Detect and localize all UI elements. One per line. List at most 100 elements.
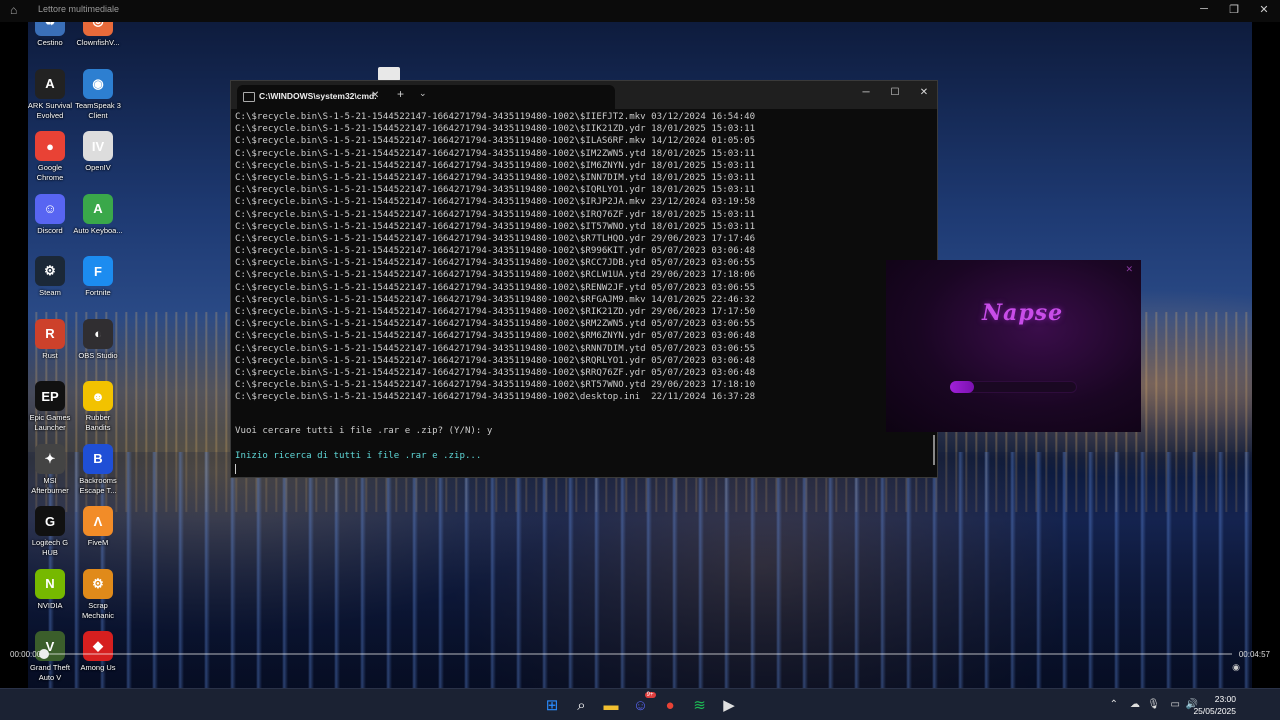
steam-icon: ⚙ (35, 256, 65, 286)
terminal-maximize-icon[interactable]: ☐ (888, 87, 902, 101)
rust-icon: R (35, 318, 65, 349)
terminal-line: C:\$recycle.bin\S-1-5-21-1544522147-1664… (235, 172, 756, 183)
seek-track[interactable] (44, 653, 1232, 655)
logitech-ghub-icon: G (35, 506, 65, 536)
new-tab-button[interactable]: + (397, 87, 404, 101)
desktop-icon-label: Backrooms Escape T... (79, 475, 117, 495)
napse-popup: ✕ Napse (886, 260, 1141, 432)
taskbar-media-player-icon[interactable]: ▶ (719, 695, 739, 715)
desktop-icon-fivem[interactable]: Λ FiveM (73, 506, 123, 548)
time-total: 00:04:57 (1238, 650, 1270, 659)
desktop-icon-obs[interactable]: ◐ OBS Studio (73, 318, 123, 361)
tab-dropdown-icon[interactable]: ⌄ (419, 88, 427, 99)
terminal-titlebar[interactable]: C:\WINDOWS\system32\cmd. ✕ + ⌄ ─ ☐ ✕ (231, 81, 937, 109)
player-side-left (0, 0, 28, 720)
terminal-line: C:\$recycle.bin\S-1-5-21-1544522147-1664… (235, 209, 756, 220)
terminal-output[interactable]: C:\$recycle.bin\S-1-5-21-1544522147-1664… (235, 111, 935, 473)
close-icon[interactable]: ✕ (1256, 3, 1272, 17)
desktop-icon-label: Cestino (37, 38, 63, 47)
desktop-icon-label: ARK Survival Evolved (27, 100, 73, 120)
desktop-icon-scrap-mechanic[interactable]: ⚙ Scrap Mechanic (73, 568, 123, 621)
cmd-window[interactable]: C:\WINDOWS\system32\cmd. ✕ + ⌄ ─ ☐ ✕ C:\… (230, 80, 938, 478)
media-scrubber[interactable]: 00:00:00 00:04:57 ◉ (0, 644, 1280, 672)
desktop-icon-discord[interactable]: ☺ Discord (25, 193, 75, 236)
napse-close-icon[interactable]: ✕ (1125, 264, 1133, 275)
onedrive-icon[interactable]: ☁ (1130, 699, 1140, 710)
desktop-icon-label: ClownfishV... (76, 38, 120, 47)
desktop-icon-backrooms[interactable]: B Backrooms Escape T... (73, 443, 123, 496)
terminal-line: C:\$recycle.bin\S-1-5-21-1544522147-1664… (235, 136, 756, 147)
msi-afterburner-icon: ✦ (35, 443, 65, 474)
terminal-close-icon[interactable]: ✕ (917, 87, 931, 101)
desktop-icon-teamspeak[interactable]: ◉ TeamSpeak 3 Client (73, 68, 123, 121)
desktop-icon-label: FiveM (87, 538, 109, 547)
terminal-line: C:\$recycle.bin\S-1-5-21-1544522147-1664… (235, 185, 756, 196)
desktop-icon-rubber-bandits[interactable]: ☻ Rubber Bandits (73, 381, 123, 433)
desktop-icon-label: OpenIV (85, 163, 111, 172)
desktop-icon-openiv[interactable]: IV OpenIV (73, 131, 123, 173)
microphone-icon[interactable]: 🎙 (1147, 699, 1160, 710)
desktop-icon-label: OBS Studio (78, 350, 118, 360)
desktop-icon-ark[interactable]: A ARK Survival Evolved (25, 68, 75, 121)
terminal-line: C:\$recycle.bin\S-1-5-21-1544522147-1664… (235, 294, 756, 305)
fortnite-icon: F (83, 256, 113, 286)
desktop-icon-fortnite[interactable]: F Fortnite (73, 256, 123, 298)
desktop-icon-label: Epic Games Launcher (29, 413, 71, 432)
network-icon[interactable]: ▭ (1171, 699, 1180, 710)
desktop-icon-label: Fortnite (85, 288, 111, 297)
blank-file-icon[interactable] (378, 67, 400, 81)
home-icon[interactable]: ⌂ (10, 3, 24, 17)
desktop-icon-label: Rubber Bandits (85, 413, 111, 432)
desktop-icon-label: TeamSpeak 3 Client (75, 100, 121, 120)
ark-icon: A (35, 68, 65, 99)
desktop-icon-chrome[interactable]: ● Google Chrome (25, 131, 75, 183)
seek-knob[interactable] (39, 649, 49, 659)
terminal-line: C:\$recycle.bin\S-1-5-21-1544522147-1664… (235, 124, 756, 135)
terminal-line: C:\$recycle.bin\S-1-5-21-1544522147-1664… (235, 380, 756, 391)
tab-close-icon[interactable]: ✕ (371, 90, 379, 101)
minimize-icon[interactable]: ─ (1196, 3, 1212, 17)
desktop-icon-rust[interactable]: R Rust (25, 318, 75, 361)
chevron-up-icon[interactable]: ⌃ (1110, 699, 1118, 710)
napse-logo: Napse (982, 300, 1064, 326)
desktop-icon-msi-afterburner[interactable]: ✦ MSI Afterburner (25, 443, 75, 496)
clock-date[interactable]: 25/05/2025 (1193, 706, 1236, 716)
terminal-line: C:\$recycle.bin\S-1-5-21-1544522147-1664… (235, 343, 756, 354)
taskbar-search-icon[interactable]: ⌕ (572, 695, 592, 715)
player-title-bar: ⌂ Lettore multimediale ─ ❐ ✕ (0, 0, 1280, 22)
volume-icon[interactable]: ◉ (1232, 662, 1240, 673)
desktop-icon-label: NVIDIA (37, 600, 63, 610)
taskbar-windows-start-icon[interactable]: ⊞ (542, 695, 562, 715)
terminal-line: C:\$recycle.bin\S-1-5-21-1544522147-1664… (235, 197, 756, 208)
terminal-line: C:\$recycle.bin\S-1-5-21-1544522147-1664… (235, 307, 756, 317)
terminal-line: C:\$recycle.bin\S-1-5-21-1544522147-1664… (235, 233, 756, 244)
terminal-line: C:\$recycle.bin\S-1-5-21-1544522147-1664… (235, 258, 756, 269)
desktop-icon-nvidia[interactable]: N NVIDIA (25, 568, 75, 611)
auto-keyboard-icon: A (83, 193, 113, 224)
nvidia-icon: N (35, 568, 65, 599)
desktop-icon-epic-games[interactable]: EP Epic Games Launcher (25, 381, 75, 433)
player-title: Lettore multimediale (38, 4, 120, 14)
scrap-mechanic-icon: ⚙ (83, 568, 113, 599)
terminal-minimize-icon[interactable]: ─ (859, 87, 873, 101)
terminal-line: C:\$recycle.bin\S-1-5-21-1544522147-1664… (235, 112, 756, 122)
desktop-icon-logitech-ghub[interactable]: G Logitech G HUB (25, 506, 75, 558)
napse-progress-bar (950, 381, 975, 393)
desktop-icon-label: Rust (42, 350, 58, 360)
desktop-icon-label: Logitech G HUB (31, 538, 69, 557)
taskbar-spotify-icon[interactable]: ≋ (690, 695, 710, 715)
taskbar-file-explorer-icon[interactable]: ▬ (601, 695, 621, 715)
taskbar-discord-icon[interactable]: ☺ 9+ (631, 692, 656, 715)
terminal-scrollbar[interactable] (933, 435, 935, 465)
epic-games-icon: EP (35, 381, 65, 411)
chrome-icon: ● (35, 131, 65, 161)
maximize-icon[interactable]: ❐ (1226, 3, 1242, 17)
desktop-icon-auto-keyboard[interactable]: A Auto Keyboa... (73, 193, 123, 236)
taskbar-chrome-icon[interactable]: ● (660, 695, 680, 715)
rubber-bandits-icon: ☻ (83, 381, 113, 411)
desktop-icon-steam[interactable]: ⚙ Steam (25, 256, 75, 298)
desktop-icon-label: MSI Afterburner (31, 475, 69, 495)
clock-time[interactable]: 23:00 (1215, 694, 1236, 704)
time-elapsed: 00:00:00 (10, 650, 42, 659)
terminal-line: C:\$recycle.bin\S-1-5-21-1544522147-1664… (235, 392, 756, 403)
